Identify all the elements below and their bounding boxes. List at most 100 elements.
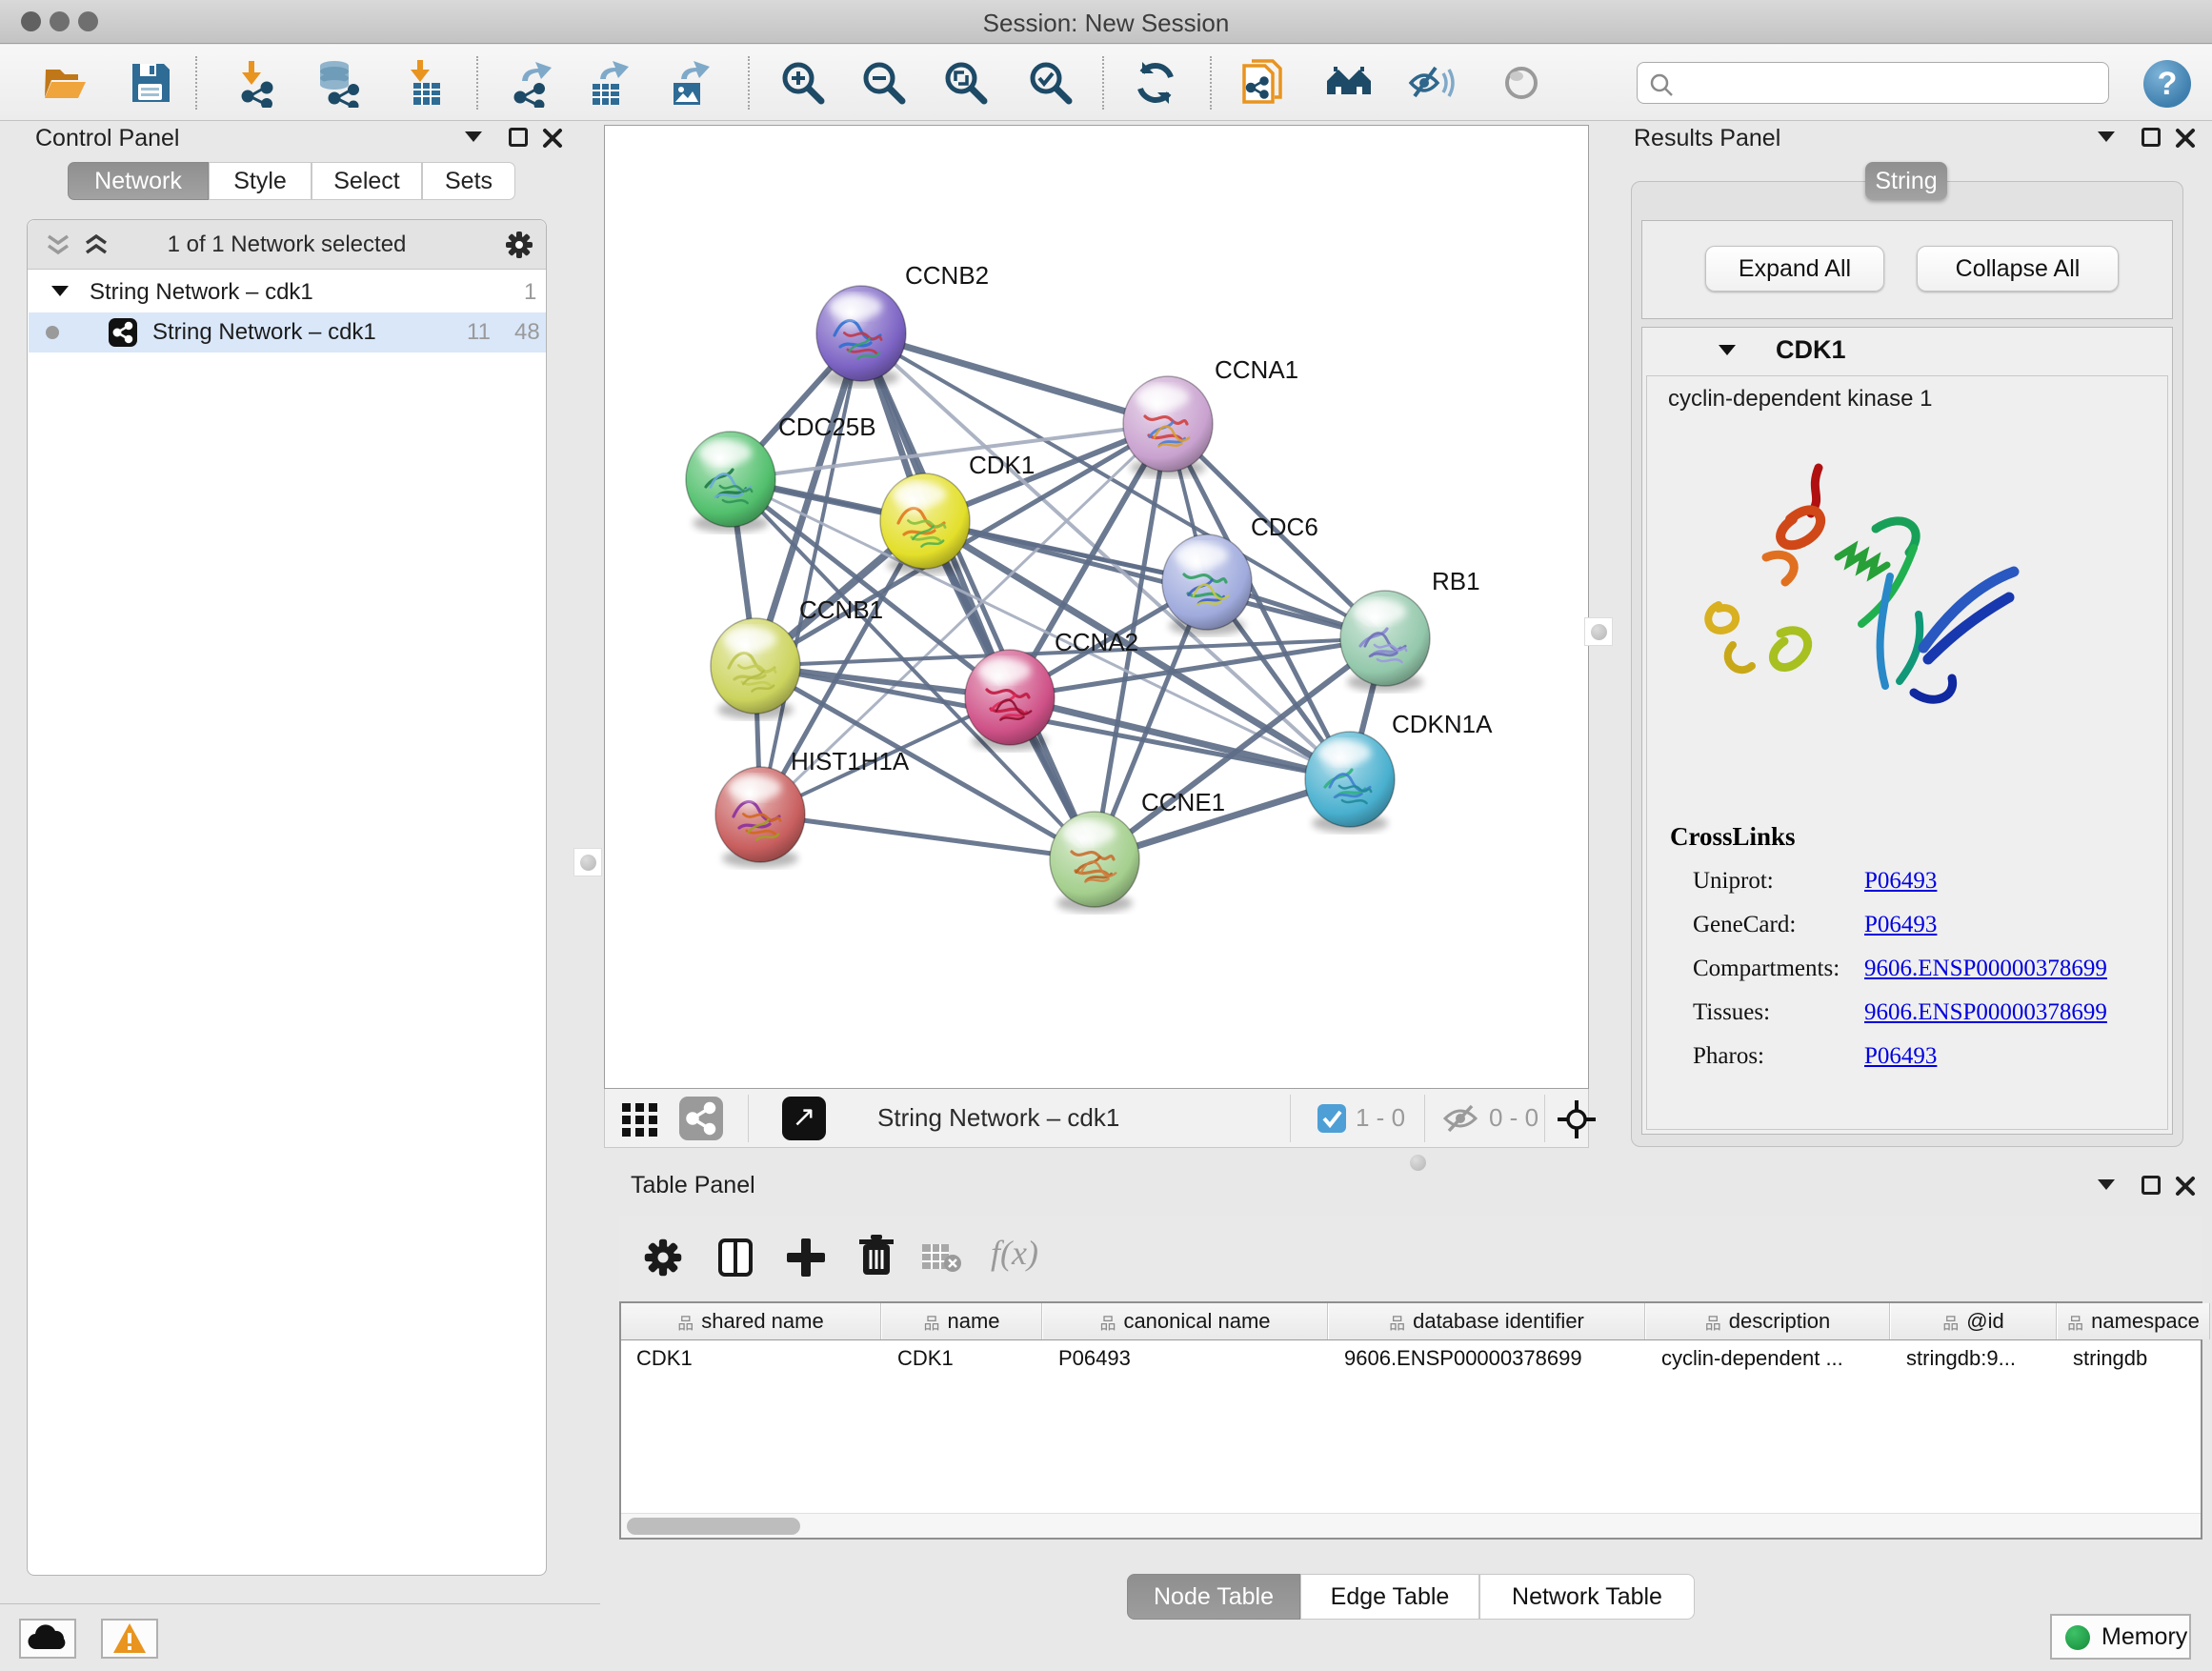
node-CCNA1[interactable]: CCNA1 [1123,355,1298,477]
tab-node-table[interactable]: Node Table [1127,1574,1300,1620]
tab-select[interactable]: Select [312,162,422,200]
zoom-selected-icon[interactable] [1026,58,1076,108]
table-panel-close-icon[interactable] [2174,1175,2197,1198]
control-panel-close-icon[interactable] [541,127,564,150]
memory-button[interactable]: Memory [2050,1614,2191,1660]
cell-shared-name[interactable]: CDK1 [621,1340,881,1377]
tab-sets[interactable]: Sets [422,162,515,200]
column-header-canonical-name[interactable]: 品canonical name [1043,1303,1328,1339]
import-table-file-icon[interactable] [401,58,451,108]
network-file-share-icon[interactable] [1238,58,1288,108]
export-table-icon[interactable] [585,58,634,108]
warning-status-button[interactable] [101,1619,158,1659]
network-graph[interactable]: CCNB2CCNA1CDC25BCDK1CDC6RB1CCNB1CCNA2CDK… [605,126,1588,1088]
results-panel-menu-icon[interactable] [2098,131,2115,142]
control-panel-menu-icon[interactable] [465,131,482,142]
node-CCNB2[interactable]: CCNB2 [816,261,989,387]
birdseye-toggle-icon[interactable]: ↗ [782,1097,826,1140]
zoom-in-icon[interactable] [778,58,828,108]
crosslink-link[interactable]: 9606.ENSP00000378699 [1864,956,2107,982]
zoom-fit-icon[interactable] [941,58,991,108]
tab-network[interactable]: Network [68,162,209,200]
table-settings-gear-icon[interactable] [642,1237,684,1278]
save-session-icon[interactable] [126,58,175,108]
node-table[interactable]: 品shared name品name品canonical name品databas… [619,1301,2202,1540]
delete-table-icon[interactable] [920,1240,962,1275]
tab-style[interactable]: Style [209,162,312,200]
cell-database-identifier[interactable]: 9606.ENSP00000378699 [1329,1340,1645,1377]
cloud-status-button[interactable] [19,1619,76,1659]
table-hscrollbar-thumb[interactable] [627,1518,800,1535]
table-hscrollbar[interactable] [621,1513,2201,1538]
network-view-icon[interactable] [679,1097,723,1140]
node-RB1[interactable]: RB1 [1340,567,1480,692]
results-panel-float-icon[interactable] [2142,128,2161,147]
cell-namespace[interactable]: stringdb [2058,1340,2210,1377]
crosslink-link[interactable]: P06493 [1864,1043,1937,1070]
expand-all-button[interactable]: Expand All [1705,246,1884,292]
table-panel-float-icon[interactable] [2142,1176,2161,1195]
cell-description[interactable]: cyclin-dependent ... [1646,1340,1890,1377]
cell-canonical-name[interactable]: P06493 [1043,1340,1328,1377]
function-builder-button[interactable]: f(x) [991,1233,1038,1273]
export-network-icon[interactable] [509,58,558,108]
crosslink-link[interactable]: P06493 [1864,912,1937,938]
help-button[interactable]: ? [2143,60,2191,108]
network-edge-count: 48 [514,319,540,346]
import-network-database-icon[interactable] [313,58,363,108]
tab-string[interactable]: String [1865,162,1947,200]
tab-edge-table[interactable]: Edge Table [1300,1574,1479,1620]
column-header-name[interactable]: 品name [882,1303,1042,1339]
open-session-icon[interactable] [40,58,90,108]
crosslink-row: Compartments: 9606.ENSP00000378699 [1693,956,2150,982]
toolbar-separator [476,56,478,110]
fit-content-crosshair-icon[interactable] [1556,1098,1598,1140]
cell-name[interactable]: CDK1 [882,1340,1042,1377]
network-canvas[interactable]: CCNB2CCNA1CDC25BCDK1CDC6RB1CCNB1CCNA2CDK… [604,125,1589,1089]
column-label: shared name [701,1309,823,1334]
column-header-@id[interactable]: 品@id [1891,1303,2057,1339]
grid-view-icon[interactable] [618,1097,662,1141]
collapse-all-button[interactable]: Collapse All [1917,246,2119,292]
network-collection-row[interactable]: String Network – cdk1 1 [29,272,546,312]
node-HIST1H1A[interactable]: HIST1H1A [715,747,910,868]
node-CCNE1[interactable]: CCNE1 [1050,788,1225,913]
column-header-database-identifier[interactable]: 品database identifier [1329,1303,1645,1339]
network-row[interactable]: String Network – cdk1 11 48 [29,312,546,352]
bottom-splitter-handle[interactable] [1410,1155,1426,1171]
search-input[interactable] [1681,65,2101,101]
hide-glass-icon[interactable] [1407,58,1457,108]
column-header-description[interactable]: 品description [1646,1303,1890,1339]
show-columns-icon[interactable] [713,1235,758,1280]
right-splitter-handle[interactable] [1584,617,1613,646]
left-splitter-handle[interactable] [573,848,602,876]
delete-column-trash-icon[interactable] [854,1233,899,1278]
export-image-icon[interactable] [666,58,715,108]
column-header-namespace[interactable]: 品namespace [2058,1303,2210,1339]
column-tree-icon: 品 [2067,1310,2083,1334]
cell-@id[interactable]: stringdb:9... [1891,1340,2057,1377]
add-column-icon[interactable] [783,1235,829,1280]
hidden-eye-icon[interactable] [1441,1102,1479,1135]
control-panel-float-icon[interactable] [509,128,528,147]
crosslink-link[interactable]: 9606.ENSP00000378699 [1864,999,2107,1026]
column-tree-icon: 品 [1942,1310,1959,1334]
node-CCNB1[interactable]: CCNB1 [711,595,883,719]
zoom-out-icon[interactable] [859,58,909,108]
crosslink-link[interactable]: P06493 [1864,868,1937,895]
apply-layout-icon[interactable] [1131,58,1180,108]
results-panel-close-icon[interactable] [2174,127,2197,150]
column-header-shared-name[interactable]: 品shared name [621,1303,881,1339]
tab-network-table[interactable]: Network Table [1479,1574,1695,1620]
crosslink-label: Compartments: [1693,956,1840,981]
table-panel-menu-icon[interactable] [2098,1179,2115,1190]
status-separator [1424,1095,1425,1142]
string-home-icon[interactable] [1324,58,1374,108]
node-CDKN1A[interactable]: CDKN1A [1305,710,1493,833]
node-card-collapse-icon[interactable] [1719,345,1736,355]
import-network-file-icon[interactable] [232,58,282,108]
network-options-gear-icon[interactable] [504,230,534,260]
graphics-detail-icon[interactable] [1497,58,1546,108]
selected-checkbox[interactable] [1317,1104,1346,1133]
search-box[interactable] [1637,62,2109,104]
